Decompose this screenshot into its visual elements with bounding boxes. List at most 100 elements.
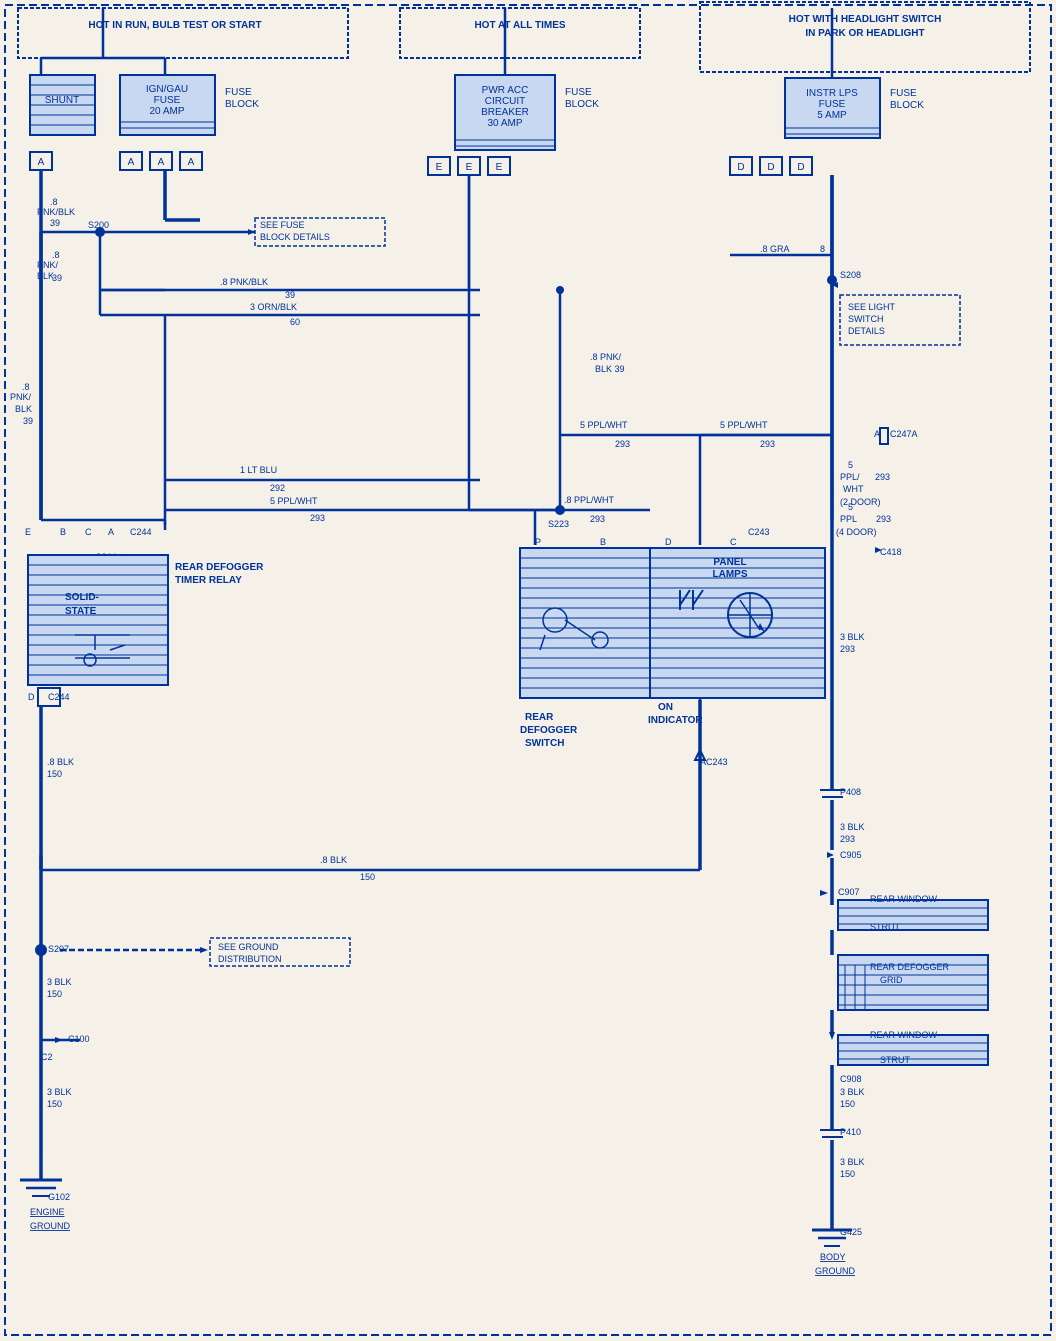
svg-text:292: 292 [270,483,285,493]
svg-text:3 ORN/BLK: 3 ORN/BLK [250,302,297,312]
rear-window-strut-1-label: REAR WINDOW [870,894,938,904]
svg-text:150: 150 [47,1099,62,1109]
svg-text:D: D [737,162,744,173]
on-indicator-label: ON [658,702,673,713]
svg-text:.8 BLK: .8 BLK [47,757,74,767]
svg-text:E: E [466,162,473,173]
svg-text:293: 293 [310,513,325,523]
svg-text:STRUT: STRUT [870,922,900,932]
svg-text:3 BLK: 3 BLK [840,1157,865,1167]
svg-text:C: C [85,527,92,537]
svg-text:150: 150 [47,989,62,999]
svg-text:SEE LIGHT: SEE LIGHT [848,302,896,312]
svg-text:D: D [28,692,35,702]
svg-text:BLOCK: BLOCK [225,99,259,110]
panel-lamps-label: PANEL [713,557,746,568]
svg-text:PNK/BLK: PNK/BLK [37,207,75,217]
rear-window-strut-2-label: REAR WINDOW [870,1030,938,1040]
svg-text:5: 5 [848,502,853,512]
svg-text:S223: S223 [548,519,569,529]
ign-gau-label: IGN/GAU [146,84,188,95]
svg-text:293: 293 [840,644,855,654]
svg-text:39: 39 [50,218,60,228]
svg-text:.8: .8 [52,250,60,260]
svg-text:1 LT BLU: 1 LT BLU [240,465,277,475]
svg-text:293: 293 [876,514,891,524]
fuse-block-3-label: FUSE [890,88,917,99]
svg-text:A: A [158,157,165,168]
svg-text:3 BLK: 3 BLK [840,1087,865,1097]
c243-label: C243 [748,527,770,537]
svg-text:A: A [108,527,114,537]
svg-text:E: E [496,162,503,173]
shunt-label: SHUNT [45,95,79,106]
svg-text:293: 293 [590,514,605,524]
svg-text:150: 150 [840,1169,855,1179]
svg-text:E: E [436,162,443,173]
svg-text:.8 GRA: .8 GRA [760,244,790,254]
svg-text:.8 PPL/WHT: .8 PPL/WHT [564,495,615,505]
svg-text:SWITCH: SWITCH [848,314,884,324]
svg-text:DETAILS: DETAILS [848,326,885,336]
svg-text:FUSE: FUSE [819,99,846,110]
svg-text:3 BLK: 3 BLK [47,1087,72,1097]
svg-text:GRID: GRID [880,975,903,985]
svg-text:WHT: WHT [843,484,864,494]
svg-text:E: E [25,527,31,537]
svg-text:A: A [128,157,135,168]
fuse-block-1-label: FUSE [225,87,252,98]
svg-text:FUSE: FUSE [154,95,181,106]
wiring-diagram: text { font-family: Arial, Helvetica, sa… [0,0,1056,1341]
svg-text:ENGINE: ENGINE [30,1207,65,1217]
svg-text:PPL/: PPL/ [840,472,860,482]
svg-text:CIRCUIT: CIRCUIT [485,96,526,107]
svg-text:BLK 39: BLK 39 [595,364,625,374]
svg-text:B: B [600,537,606,547]
svg-text:BLOCK: BLOCK [890,100,924,111]
svg-text:INDICATOR: INDICATOR [648,715,703,726]
svg-text:DISTRIBUTION: DISTRIBUTION [218,954,282,964]
svg-text:39: 39 [52,273,62,283]
svg-text:(4 DOOR): (4 DOOR) [836,527,877,537]
svg-text:SEE FUSE: SEE FUSE [260,220,305,230]
svg-text:293: 293 [760,439,775,449]
svg-text:5 PPL/WHT: 5 PPL/WHT [720,420,768,430]
svg-text:3 BLK: 3 BLK [47,977,72,987]
svg-text:DEFOGGER: DEFOGGER [520,725,578,736]
pwr-acc-label: PWR ACC [482,85,529,96]
svg-text:3 BLK: 3 BLK [840,632,865,642]
c418-label: C418 [880,547,902,557]
svg-text:D: D [665,537,672,547]
svg-text:150: 150 [360,872,375,882]
svg-text:D: D [767,162,774,173]
svg-text:A: A [874,429,880,439]
fuse-block-2-label: FUSE [565,87,592,98]
svg-text:SEE GROUND: SEE GROUND [218,942,279,952]
rear-defogger-grid-label: REAR DEFOGGER [870,962,950,972]
svg-text:5: 5 [848,460,853,470]
svg-text:5 PPL/WHT: 5 PPL/WHT [270,496,318,506]
svg-text:PPL: PPL [840,514,857,524]
svg-text:B: B [60,527,66,537]
svg-text:D: D [797,162,804,173]
svg-text:(2 DOOR): (2 DOOR) [840,497,881,507]
svg-text:5 PPL/WHT: 5 PPL/WHT [580,420,628,430]
svg-text:STATE: STATE [65,606,97,617]
svg-text:GROUND: GROUND [30,1221,70,1231]
svg-text:.8 BLK: .8 BLK [320,855,347,865]
svg-text:.8: .8 [22,382,30,392]
c247a-label: C247A [890,429,918,439]
svg-text:C: C [730,537,737,547]
header-3: HOT WITH HEADLIGHT SWITCH [789,14,942,25]
svg-text:60: 60 [290,317,300,327]
svg-text:GROUND: GROUND [815,1266,855,1276]
svg-text:BLOCK DETAILS: BLOCK DETAILS [260,232,330,242]
svg-text:5 AMP: 5 AMP [817,110,847,121]
svg-text:BLK: BLK [15,404,32,414]
p408-label: P408 [840,787,861,797]
svg-text:BLOCK: BLOCK [565,99,599,110]
svg-text:30 AMP: 30 AMP [487,118,522,129]
solid-state-label: SOLID- [65,592,99,603]
svg-text:PNK/: PNK/ [10,392,32,402]
svg-text:C243: C243 [706,757,728,767]
